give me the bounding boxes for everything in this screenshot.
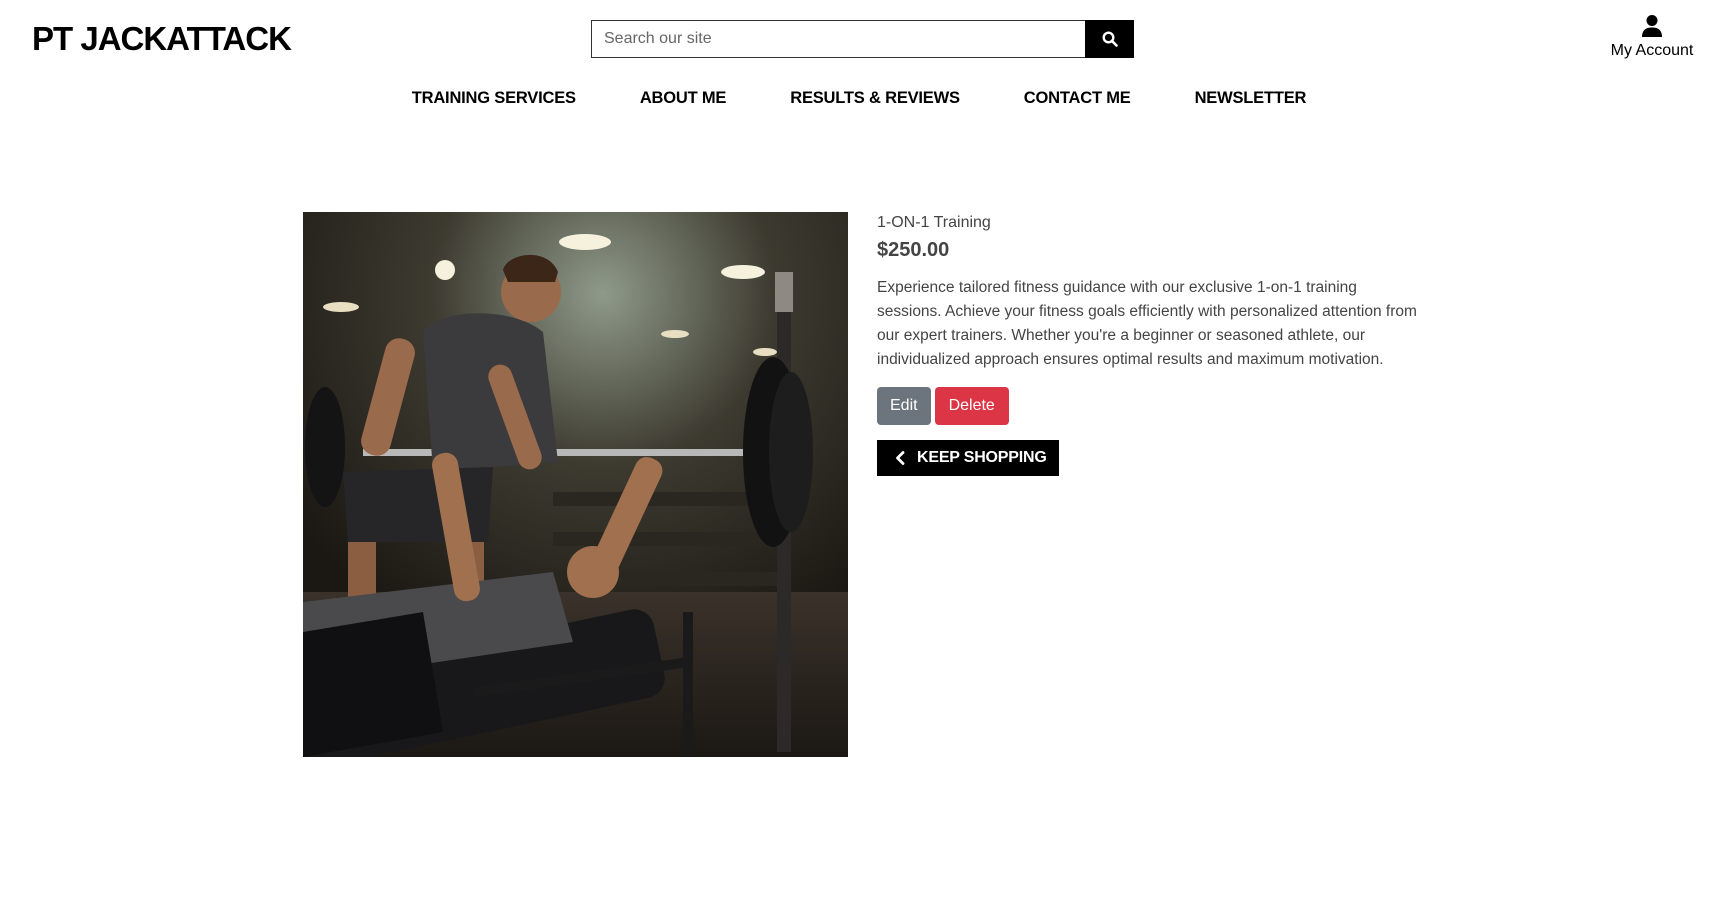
search-button[interactable] — [1085, 20, 1134, 58]
chevron-left-icon — [895, 451, 905, 465]
search-icon — [1101, 31, 1118, 47]
admin-actions: Edit Delete — [877, 387, 1417, 425]
product-description: Experience tailored fitness guidance wit… — [877, 279, 1417, 368]
product-price: $250.00 — [877, 239, 950, 261]
nav-results-reviews[interactable]: RESULTS & REVIEWS — [758, 89, 992, 108]
keep-shopping-label: KEEP SHOPPING — [917, 449, 1047, 466]
nav-about-me[interactable]: ABOUT ME — [608, 89, 758, 108]
nav-newsletter[interactable]: NEWSLETTER — [1163, 89, 1339, 108]
gym-photo-illustration — [303, 212, 848, 757]
keep-shopping-button[interactable]: KEEP SHOPPING — [877, 440, 1059, 476]
product-image — [303, 212, 848, 757]
product-name: 1-ON-1 Training — [877, 214, 991, 231]
my-account-link[interactable]: My Account — [1602, 14, 1702, 60]
nav-contact-me[interactable]: CONTACT ME — [992, 89, 1163, 108]
search-input[interactable] — [591, 20, 1085, 58]
main-nav: TRAINING SERVICES ABOUT ME RESULTS & REV… — [0, 89, 1718, 108]
product-details: 1-ON-1 Training $250.00 Experience tailo… — [877, 214, 1417, 476]
site-logo[interactable]: PT JACKATTACK — [32, 20, 292, 58]
user-icon — [1642, 15, 1662, 37]
my-account-label: My Account — [1610, 42, 1694, 59]
search-form — [591, 20, 1134, 58]
nav-training-services[interactable]: TRAINING SERVICES — [380, 89, 608, 108]
edit-button[interactable]: Edit — [877, 387, 931, 425]
delete-button[interactable]: Delete — [934, 387, 1009, 425]
